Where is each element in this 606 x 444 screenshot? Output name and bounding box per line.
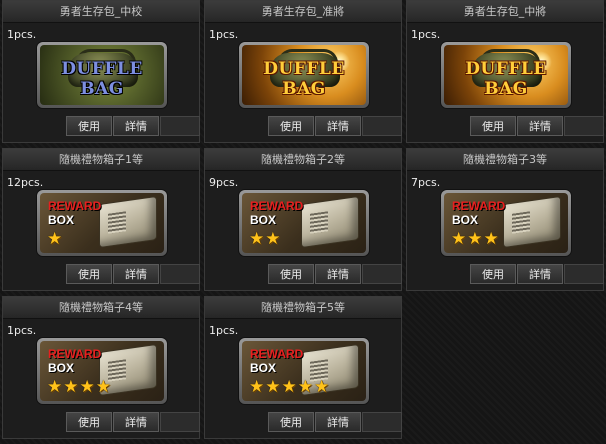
star-rating: ★★★★★ bbox=[249, 377, 331, 397]
empty-button-slot bbox=[160, 412, 200, 432]
empty-button-slot bbox=[564, 116, 604, 136]
reward-box-icon[interactable]: REWARD BOX ★★ bbox=[239, 190, 369, 256]
item-card[interactable]: 勇者生存包_中校 1pcs. DUFFLE BAG 使用 詳情 bbox=[2, 0, 200, 143]
duffle-bag-art: DUFFLE BAG bbox=[40, 45, 164, 105]
duffle-bag-art: DUFFLE BAG bbox=[444, 45, 568, 105]
use-button[interactable]: 使用 bbox=[66, 264, 112, 284]
reward-label: REWARD bbox=[48, 199, 102, 213]
detail-button[interactable]: 詳情 bbox=[315, 116, 361, 136]
item-card[interactable]: 勇者生存包_中將 1pcs. DUFFLE BAG 使用 詳情 bbox=[406, 0, 604, 143]
use-button[interactable]: 使用 bbox=[268, 412, 314, 432]
item-quantity: 1pcs. bbox=[7, 28, 37, 41]
empty-button-slot bbox=[564, 264, 604, 284]
inventory-grid: 勇者生存包_中校 1pcs. DUFFLE BAG 使用 詳情 勇者生存包_准將 1pcs.… bbox=[0, 0, 606, 444]
reward-box-icon[interactable]: REWARD BOX ★★★★★ bbox=[239, 338, 369, 404]
use-button[interactable]: 使用 bbox=[66, 412, 112, 432]
item-quantity: 1pcs. bbox=[209, 324, 239, 337]
item-card[interactable]: 隨機禮物箱子3等 7pcs. REWARD BOX ★★★ 使用 詳情 bbox=[406, 148, 604, 291]
duffle-bag-icon[interactable]: DUFFLE BAG bbox=[441, 42, 571, 108]
item-card[interactable]: 隨機禮物箱子4等 1pcs. REWARD BOX ★★★★ 使用 詳情 bbox=[2, 296, 200, 439]
reward-box-art: REWARD BOX ★★★★ bbox=[40, 341, 164, 401]
item-card[interactable]: 隨機禮物箱子1等 12pcs. REWARD BOX ★ 使用 詳情 bbox=[2, 148, 200, 291]
item-title: 勇者生存包_中校 bbox=[3, 1, 199, 23]
empty-button-slot bbox=[362, 412, 402, 432]
detail-button[interactable]: 詳情 bbox=[517, 264, 563, 284]
crate-shape bbox=[302, 197, 358, 247]
duffle-bag-label: DUFFLE BAG bbox=[263, 59, 345, 99]
item-quantity: 7pcs. bbox=[411, 176, 441, 189]
duffle-bag-art: DUFFLE BAG bbox=[242, 45, 366, 105]
item-card[interactable]: 隨機禮物箱子5等 1pcs. REWARD BOX ★★★★★ 使用 詳情 bbox=[204, 296, 402, 439]
box-label: BOX bbox=[48, 361, 75, 375]
reward-box-art: REWARD BOX ★ bbox=[40, 193, 164, 253]
empty-button-slot bbox=[160, 264, 200, 284]
use-button[interactable]: 使用 bbox=[268, 264, 314, 284]
crate-shape bbox=[504, 197, 560, 247]
detail-button[interactable]: 詳情 bbox=[315, 412, 361, 432]
star-rating: ★★★ bbox=[451, 229, 500, 249]
duffle-bag-icon[interactable]: DUFFLE BAG bbox=[239, 42, 369, 108]
duffle-bag-icon[interactable]: DUFFLE BAG bbox=[37, 42, 167, 108]
detail-button[interactable]: 詳情 bbox=[315, 264, 361, 284]
empty-button-slot bbox=[160, 116, 200, 136]
item-card[interactable]: 隨機禮物箱子2等 9pcs. REWARD BOX ★★ 使用 詳情 bbox=[204, 148, 402, 291]
star-rating: ★★ bbox=[249, 229, 282, 249]
reward-label: REWARD bbox=[250, 347, 304, 361]
item-title: 隨機禮物箱子3等 bbox=[407, 149, 603, 171]
use-button[interactable]: 使用 bbox=[268, 116, 314, 136]
star-rating: ★★★★ bbox=[47, 377, 112, 397]
empty-button-slot bbox=[362, 264, 402, 284]
item-quantity: 9pcs. bbox=[209, 176, 239, 189]
reward-box-art: REWARD BOX ★★★★★ bbox=[242, 341, 366, 401]
item-quantity: 12pcs. bbox=[7, 176, 44, 189]
reward-box-icon[interactable]: REWARD BOX ★ bbox=[37, 190, 167, 256]
duffle-bag-label: DUFFLE BAG bbox=[465, 59, 547, 99]
crate-shape bbox=[100, 197, 156, 247]
use-button[interactable]: 使用 bbox=[470, 116, 516, 136]
item-card[interactable]: 勇者生存包_准將 1pcs. DUFFLE BAG 使用 詳情 bbox=[204, 0, 402, 143]
box-label: BOX bbox=[48, 213, 75, 227]
item-quantity: 1pcs. bbox=[209, 28, 239, 41]
detail-button[interactable]: 詳情 bbox=[113, 412, 159, 432]
detail-button[interactable]: 詳情 bbox=[517, 116, 563, 136]
reward-box-icon[interactable]: REWARD BOX ★★★★ bbox=[37, 338, 167, 404]
detail-button[interactable]: 詳情 bbox=[113, 264, 159, 284]
item-title: 隨機禮物箱子4等 bbox=[3, 297, 199, 319]
item-quantity: 1pcs. bbox=[411, 28, 441, 41]
use-button[interactable]: 使用 bbox=[66, 116, 112, 136]
empty-button-slot bbox=[362, 116, 402, 136]
box-label: BOX bbox=[250, 213, 277, 227]
detail-button[interactable]: 詳情 bbox=[113, 116, 159, 136]
use-button[interactable]: 使用 bbox=[470, 264, 516, 284]
item-title: 隨機禮物箱子1等 bbox=[3, 149, 199, 171]
item-quantity: 1pcs. bbox=[7, 324, 37, 337]
box-label: BOX bbox=[250, 361, 277, 375]
reward-label: REWARD bbox=[48, 347, 102, 361]
reward-label: REWARD bbox=[452, 199, 506, 213]
reward-box-art: REWARD BOX ★★ bbox=[242, 193, 366, 253]
reward-label: REWARD bbox=[250, 199, 304, 213]
duffle-bag-label: DUFFLE BAG bbox=[61, 59, 143, 99]
reward-box-art: REWARD BOX ★★★ bbox=[444, 193, 568, 253]
item-title: 隨機禮物箱子2等 bbox=[205, 149, 401, 171]
item-title: 勇者生存包_中將 bbox=[407, 1, 603, 23]
reward-box-icon[interactable]: REWARD BOX ★★★ bbox=[441, 190, 571, 256]
box-label: BOX bbox=[452, 213, 479, 227]
star-rating: ★ bbox=[47, 229, 64, 249]
item-title: 隨機禮物箱子5等 bbox=[205, 297, 401, 319]
item-title: 勇者生存包_准將 bbox=[205, 1, 401, 23]
